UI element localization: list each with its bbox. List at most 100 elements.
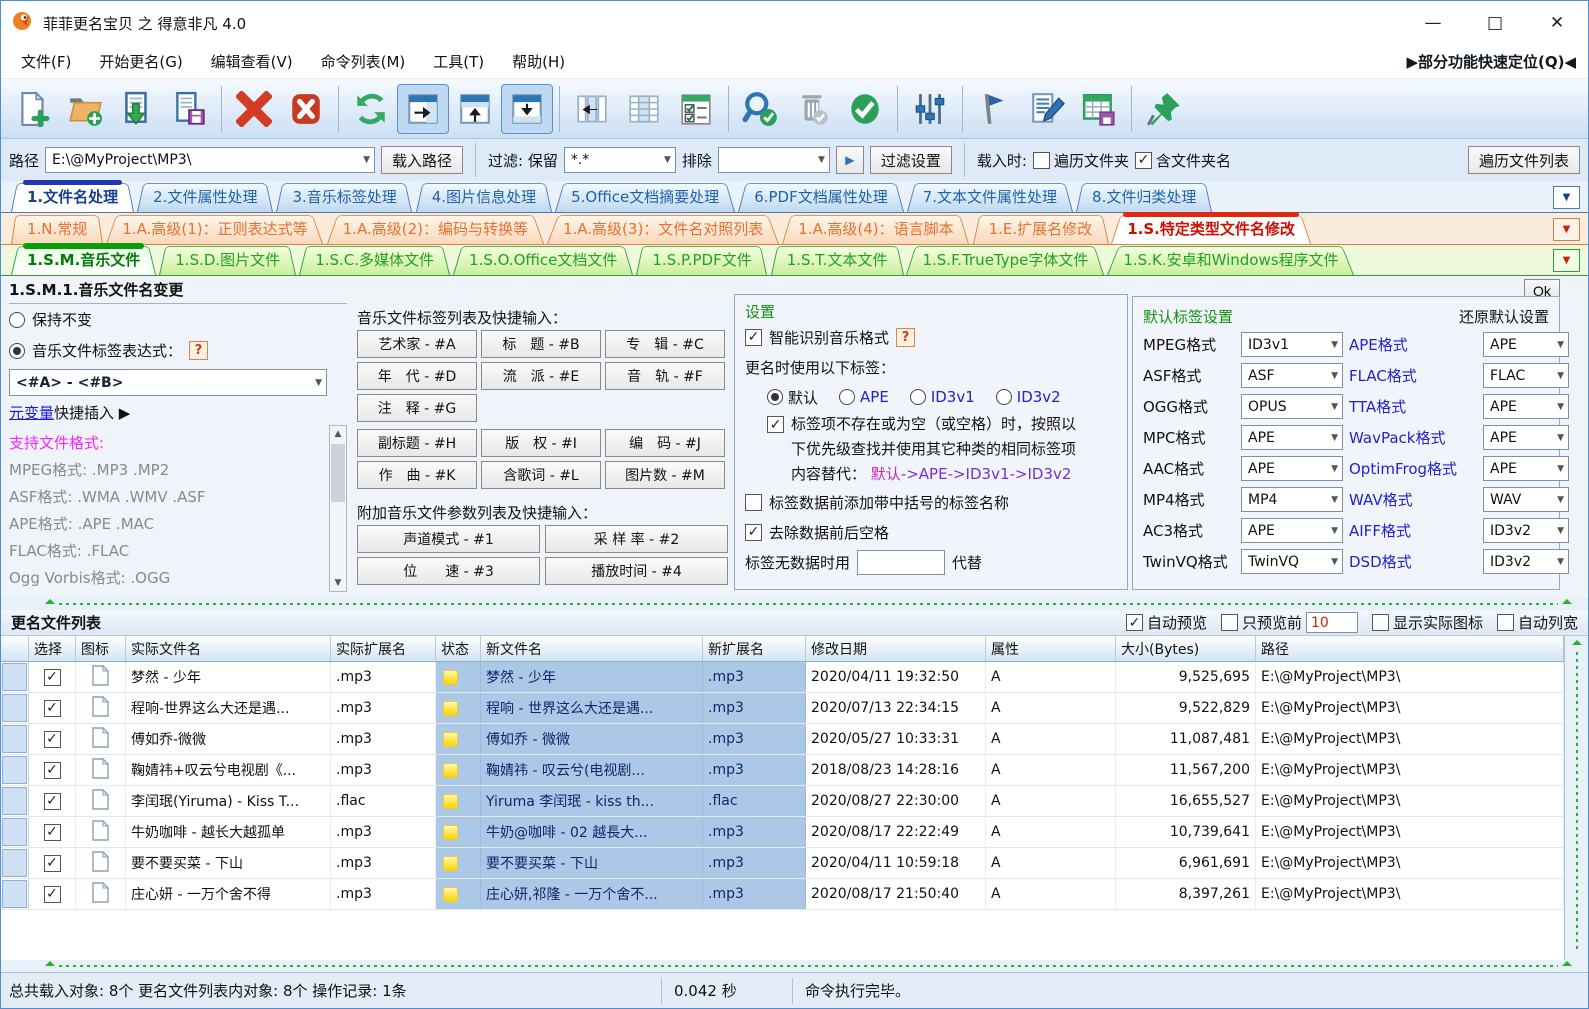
tag-insert-button[interactable]: 图片数 - #M	[605, 461, 725, 489]
tag-id3v1-radio[interactable]	[910, 389, 926, 405]
auto-preview-checkbox[interactable]	[1126, 614, 1143, 631]
show-real-icons-option[interactable]: 显示实际图标	[1372, 612, 1483, 633]
menu-item[interactable]: 工具(T)	[419, 49, 498, 75]
format-tag-select[interactable]: MP4▼	[1241, 487, 1343, 512]
format-tag-select[interactable]: ASF▼	[1241, 363, 1343, 388]
tabs1-overflow-dropdown[interactable]: ▼	[1553, 186, 1580, 209]
tag-id3v2-radio[interactable]	[996, 389, 1012, 405]
column-header-6[interactable]: 新文件名	[481, 636, 703, 661]
tabs1-tab-4[interactable]: 4.图片信息处理	[416, 180, 552, 212]
preview-first-checkbox[interactable]	[1221, 614, 1238, 631]
tabs2-tab-4[interactable]: 1.A.高级(3)：文件名对照列表	[547, 212, 779, 244]
vertical-splitter[interactable]	[1564, 636, 1588, 960]
menu-item[interactable]: 命令列表(M)	[307, 49, 420, 75]
table-row[interactable]: 傅如乔-微微.mp3傅如乔 - 微微.mp32020/05/27 10:33:3…	[1, 724, 1564, 755]
row-select-cell[interactable]	[29, 662, 76, 692]
include-folder-name-checkbox[interactable]	[1135, 152, 1152, 169]
row-select-checkbox[interactable]	[44, 855, 61, 872]
scroll-down-icon[interactable]: ▼	[335, 575, 342, 591]
tabs3-tab-6[interactable]: 1.S.T.文本文件	[771, 243, 904, 275]
tabs1-tab-1[interactable]: 1.文件名处理	[11, 180, 134, 212]
tag-expression-option[interactable]: 音乐文件标签表达式： ?	[9, 335, 347, 366]
tabs1-tab-2[interactable]: 2.文件属性处理	[137, 180, 273, 212]
param-insert-button[interactable]: 播放时间 - #4	[545, 557, 728, 585]
tag-fallback-checkbox[interactable]	[767, 416, 784, 433]
filter-exclude-combobox[interactable]: ▼	[718, 147, 830, 173]
clear-status-icon[interactable]	[787, 84, 839, 134]
tabs3-tab-1[interactable]: 1.S.M.音乐文件	[11, 243, 156, 275]
filter-keep-combobox[interactable]: *.*▼	[564, 147, 676, 173]
scrollbar-thumb[interactable]	[331, 444, 345, 502]
tabs2-tab-5[interactable]: 1.A.高级(4)：语言脚本	[782, 212, 969, 244]
format-tag-select[interactable]: APE▼	[1483, 394, 1569, 419]
tag-insert-button[interactable]: 副标题 - #H	[357, 429, 477, 457]
row-select-cell[interactable]	[29, 786, 76, 816]
smart-detect-option[interactable]: 智能识别音乐格式 ?	[745, 322, 1117, 352]
tag-insert-button[interactable]: 注 释 - #G	[357, 394, 477, 422]
table-row[interactable]: 程响-世界这么大还是遇....mp3程响 - 世界这么大还是遇....mp320…	[1, 693, 1564, 724]
keep-unchanged-option[interactable]: 保持不变	[9, 304, 347, 335]
tag-default-radio[interactable]	[767, 389, 783, 405]
tag-insert-button[interactable]: 版 权 - #I	[481, 429, 601, 457]
tag-insert-button[interactable]: 编 码 - #J	[605, 429, 725, 457]
row-select-cell[interactable]	[29, 879, 76, 909]
traverse-folders-option[interactable]: 遍历文件夹	[1033, 150, 1129, 171]
column-header-2[interactable]: 图标	[76, 636, 126, 661]
row-select-cell[interactable]	[29, 724, 76, 754]
format-label-link[interactable]: DSD格式	[1349, 551, 1477, 572]
tabs3-tab-4[interactable]: 1.S.O.Office文档文件	[453, 243, 633, 275]
bracket-prefix-option[interactable]: 标签数据前添加带中括号的标签名称	[745, 487, 1117, 517]
add-files-icon[interactable]	[7, 84, 59, 134]
format-label-link[interactable]: TTA格式	[1349, 396, 1477, 417]
table-row[interactable]: 庄心妍 - 一万个舍不得.mp3庄心妍,祁隆 - 一万个舍不....mp3202…	[1, 879, 1564, 910]
minimize-button[interactable]: —	[1402, 3, 1464, 43]
restore-defaults-link[interactable]: 还原默认设置	[1459, 306, 1549, 327]
auto-column-width-checkbox[interactable]	[1497, 614, 1514, 631]
meta-variable-link[interactable]: 元变量	[9, 402, 54, 423]
preview-first-option[interactable]: 只预览前 10	[1221, 612, 1358, 633]
menu-item[interactable]: 开始更名(G)	[85, 49, 196, 75]
maximize-button[interactable]: □	[1464, 3, 1526, 43]
empty-tag-replacement-input[interactable]	[857, 550, 945, 575]
traverse-file-list-button[interactable]: 遍历文件列表	[1468, 146, 1580, 174]
remove-selected-icon[interactable]	[228, 84, 280, 134]
column-header-7[interactable]: 新扩展名	[703, 636, 806, 661]
tabs3-overflow-dropdown[interactable]: ▼	[1553, 249, 1580, 272]
pin-window-icon[interactable]	[1138, 84, 1190, 134]
smart-detect-help-button[interactable]: ?	[896, 328, 915, 347]
tag-insert-button[interactable]: 作 曲 - #K	[357, 461, 477, 489]
scroll-up-icon[interactable]: ▲	[335, 426, 342, 442]
row-selector[interactable]	[1, 848, 29, 878]
refresh-icon[interactable]	[345, 84, 397, 134]
format-tag-select[interactable]: FLAC▼	[1483, 363, 1569, 388]
param-insert-button[interactable]: 采 样 率 - #2	[545, 525, 728, 553]
table-row[interactable]: 梦然 - 少年.mp3梦然 - 少年.mp32020/04/11 19:32:5…	[1, 662, 1564, 693]
select-options-icon[interactable]	[670, 84, 722, 134]
include-folder-name-option[interactable]: 含文件夹名	[1135, 150, 1231, 171]
flag-locate-icon[interactable]	[969, 84, 1021, 134]
format-tag-select[interactable]: APE▼	[1483, 425, 1569, 450]
row-select-cell[interactable]	[29, 693, 76, 723]
table-row[interactable]: 李闰珉(Yiruma) - Kiss T....flacYiruma 李闰珉 -…	[1, 786, 1564, 817]
tabs2-tab-7[interactable]: 1.S.特定类型文件名修改	[1111, 212, 1311, 244]
format-tag-select[interactable]: WAV▼	[1483, 487, 1569, 512]
show-real-icons-checkbox[interactable]	[1372, 614, 1389, 631]
bracket-prefix-checkbox[interactable]	[745, 494, 762, 511]
trim-spaces-checkbox[interactable]	[745, 524, 762, 541]
param-insert-button[interactable]: 声道模式 - #1	[357, 525, 540, 553]
tag-insert-button[interactable]: 标 题 - #B	[481, 330, 601, 358]
execute-rename-icon[interactable]	[839, 84, 891, 134]
row-select-cell[interactable]	[29, 755, 76, 785]
tabs3-tab-3[interactable]: 1.S.C.多媒体文件	[299, 243, 450, 275]
panel-right-icon[interactable]	[397, 84, 449, 134]
format-tag-select[interactable]: ID3v2▼	[1483, 549, 1569, 574]
column-header-1[interactable]: 选择	[29, 636, 76, 661]
tag-ape-radio[interactable]	[839, 389, 855, 405]
smart-detect-checkbox[interactable]	[745, 329, 762, 346]
tag-id3v2-option[interactable]: ID3v2	[996, 388, 1061, 406]
expression-help-button[interactable]: ?	[189, 341, 208, 360]
tabs3-tab-7[interactable]: 1.S.F.TrueType字体文件	[906, 243, 1104, 275]
panel-down-icon[interactable]	[501, 84, 553, 134]
tabs3-tab-5[interactable]: 1.S.P.PDF文件	[636, 243, 767, 275]
tabs1-tab-8[interactable]: 8.文件归类处理	[1076, 180, 1212, 212]
